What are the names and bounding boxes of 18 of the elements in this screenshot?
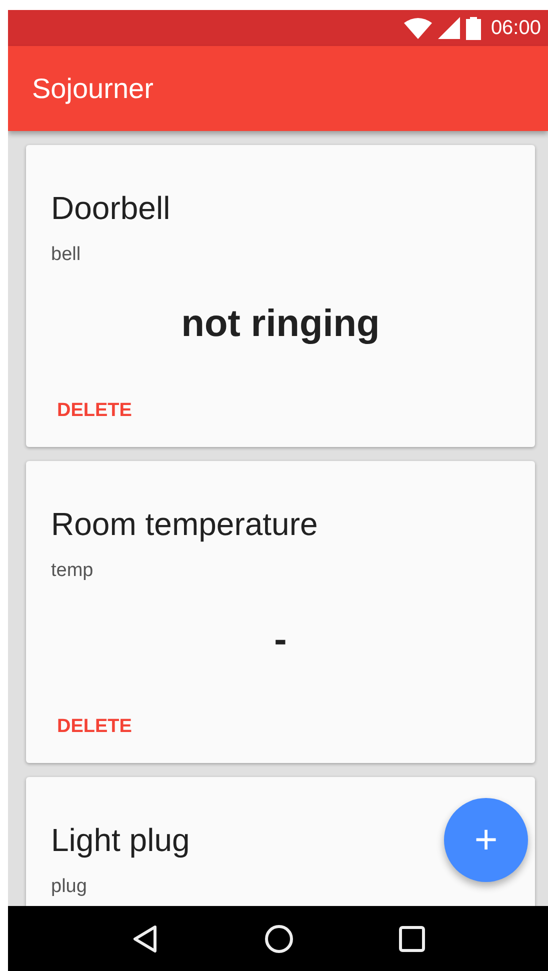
card-subtitle: plug: [51, 876, 87, 898]
delete-button[interactable]: DELETE: [51, 399, 138, 423]
card-value: not ringing: [180, 302, 381, 347]
battery-icon: [466, 16, 481, 40]
status-time: 06:00: [490, 16, 541, 40]
signal-icon: [438, 17, 460, 39]
wifi-icon: [404, 17, 432, 39]
card-title: Room temperature: [51, 505, 318, 544]
recents-icon[interactable]: [399, 926, 426, 952]
card-subtitle: bell: [51, 244, 81, 266]
delete-button[interactable]: DELETE: [51, 715, 138, 739]
app-title: Sojourner: [32, 72, 154, 104]
card-subtitle: temp: [51, 560, 94, 582]
home-icon[interactable]: [264, 924, 294, 954]
card-title: Doorbell: [51, 189, 170, 228]
back-icon[interactable]: [130, 924, 159, 954]
card-value: -: [273, 618, 288, 663]
card-title: Light plug: [51, 821, 190, 860]
